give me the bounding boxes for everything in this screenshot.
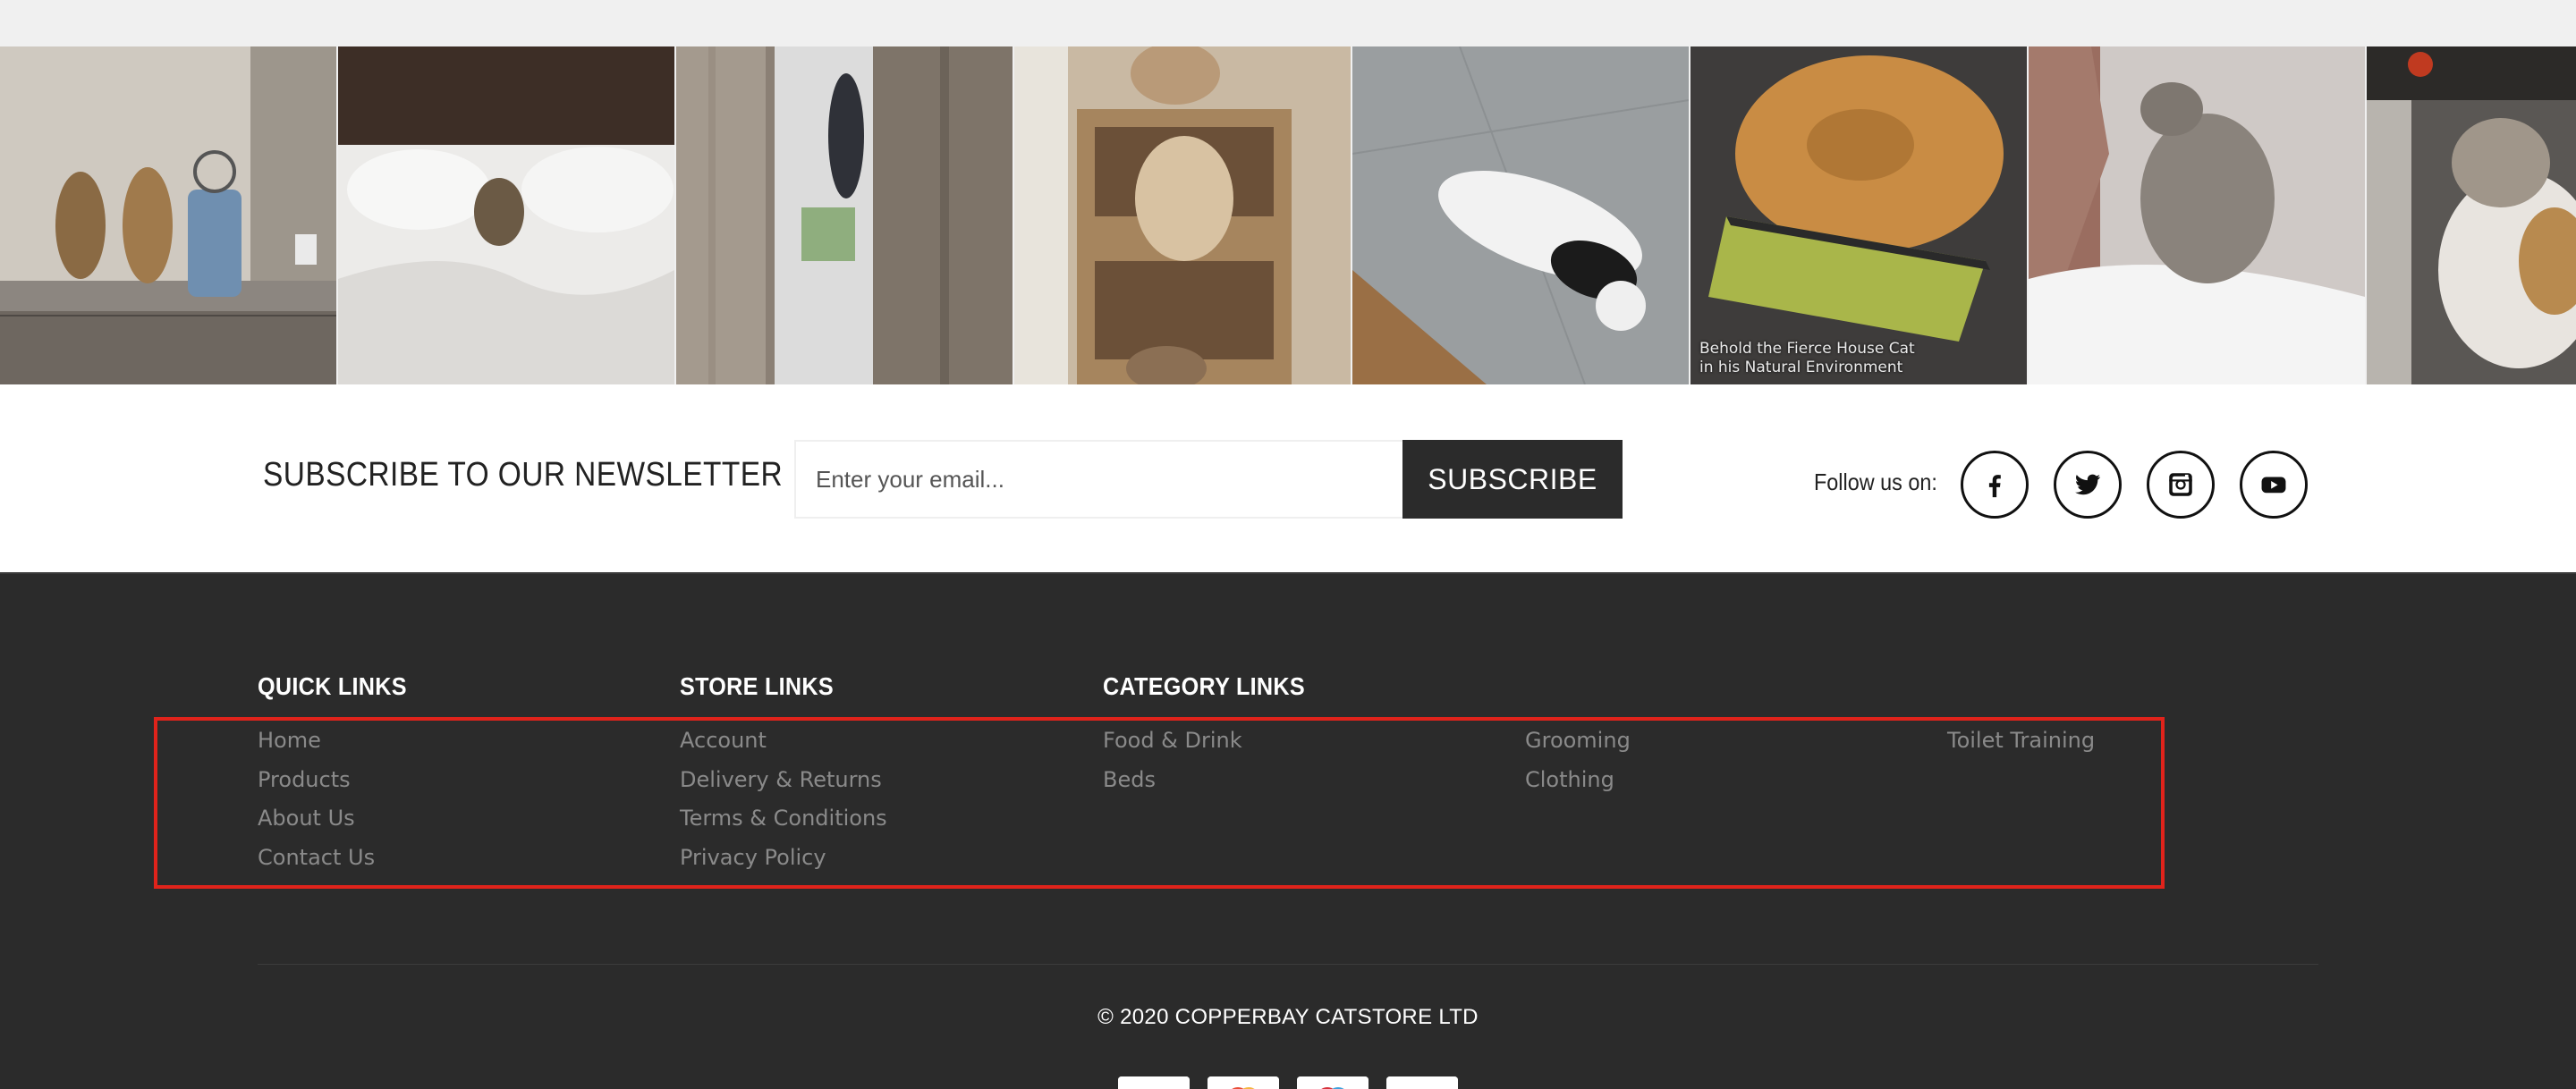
footer-link-about-us[interactable]: About Us <box>258 806 355 831</box>
footer-link-toilet-training[interactable]: Toilet Training <box>1947 728 2095 753</box>
photo-caption: Behold the Fierce House Cat in his Natur… <box>1699 340 1915 376</box>
footer-link-contact-us[interactable]: Contact Us <box>258 845 375 870</box>
gallery-photo-cat-on-floor[interactable] <box>1352 46 1689 384</box>
youtube-link[interactable] <box>2240 451 2308 519</box>
twitter-icon <box>2074 474 2101 495</box>
gallery-photo-bathroom-cats[interactable] <box>0 46 336 384</box>
gallery-photo-cats-in-box[interactable] <box>1014 46 1351 384</box>
store-links-list: Account Delivery & Returns Terms & Condi… <box>680 728 887 883</box>
twitter-link[interactable] <box>2054 451 2122 519</box>
gallery-photo-calico-cat[interactable] <box>2367 46 2576 384</box>
facebook-icon <box>1988 475 2001 498</box>
newsletter-title: SUBSCRIBE TO OUR NEWSLETTER <box>263 456 784 494</box>
card-icon <box>1118 1076 1190 1089</box>
gallery-photo-cat-in-bed[interactable] <box>338 46 674 384</box>
quick-links-heading: QUICK LINKS <box>258 672 407 700</box>
top-strip <box>0 0 2576 46</box>
footer-link-privacy-policy[interactable]: Privacy Policy <box>680 845 826 870</box>
maestro-icon <box>1297 1076 1368 1089</box>
footer-link-terms-conditions[interactable]: Terms & Conditions <box>680 806 887 831</box>
newsletter-section: SUBSCRIBE TO OUR NEWSLETTER SUBSCRIBE Fo… <box>0 384 2576 572</box>
category-links-list-3: Toilet Training <box>1947 728 2095 767</box>
mastercard-icon <box>1208 1076 1279 1089</box>
footer-link-beds[interactable]: Beds <box>1103 767 1156 792</box>
subscribe-button[interactable]: SUBSCRIBE <box>1402 440 1623 519</box>
youtube-icon <box>2261 477 2286 494</box>
gallery-photo-persian-cat[interactable]: Behold the Fierce House Cat in his Natur… <box>1690 46 2027 384</box>
footer-link-food-drink[interactable]: Food & Drink <box>1103 728 1242 753</box>
footer-link-account[interactable]: Account <box>680 728 767 753</box>
card-icon <box>1386 1076 1458 1089</box>
footer-link-grooming[interactable]: Grooming <box>1525 728 1631 753</box>
facebook-link[interactable] <box>1961 451 2029 519</box>
site-footer: QUICK LINKS STORE LINKS CATEGORY LINKS H… <box>0 572 2576 1089</box>
photo-gallery: Behold the Fierce House Cat in his Natur… <box>0 46 2576 384</box>
category-links-list-2: Grooming Clothing <box>1525 728 1631 806</box>
footer-link-clothing[interactable]: Clothing <box>1525 767 1614 792</box>
gallery-photo-cat-on-curtain[interactable] <box>676 46 1013 384</box>
instagram-icon <box>2169 473 2192 496</box>
payment-icons <box>1118 1076 1458 1089</box>
category-links-list-1: Food & Drink Beds <box>1103 728 1242 806</box>
follow-us-label: Follow us on: <box>1814 469 1937 495</box>
gallery-photo-kitten-shoulder[interactable] <box>2029 46 2365 384</box>
footer-link-delivery-returns[interactable]: Delivery & Returns <box>680 767 882 792</box>
store-links-heading: STORE LINKS <box>680 672 834 700</box>
category-links-heading: CATEGORY LINKS <box>1103 672 1305 700</box>
footer-link-products[interactable]: Products <box>258 767 351 792</box>
email-input[interactable] <box>794 440 1402 519</box>
quick-links-list: Home Products About Us Contact Us <box>258 728 375 883</box>
newsletter-form: SUBSCRIBE <box>794 440 1623 519</box>
copyright-text: © 2020 COPPERBAY CATSTORE LTD <box>1097 1005 1479 1029</box>
footer-link-home[interactable]: Home <box>258 728 321 753</box>
footer-divider <box>258 964 2318 965</box>
instagram-link[interactable] <box>2147 451 2215 519</box>
